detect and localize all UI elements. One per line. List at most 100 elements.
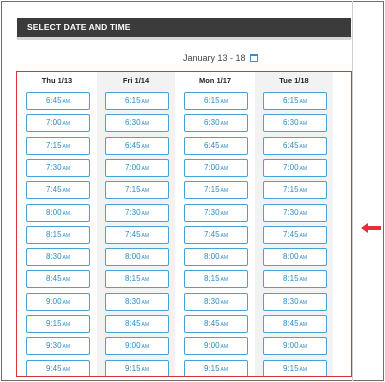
time-slot-button[interactable]: 8:30AM (26, 248, 90, 267)
time-slot-time: 6:15 (124, 96, 141, 105)
time-slot-button[interactable]: 9:15AM (184, 359, 248, 376)
time-slot-button[interactable]: 8:15AM (105, 270, 169, 289)
time-slot-button[interactable]: 8:00AM (105, 248, 169, 267)
time-slot-time: 9:45 (45, 363, 62, 373)
time-slot-button[interactable]: 8:45AM (263, 315, 327, 333)
time-slot-button[interactable]: 9:15AM (26, 315, 90, 333)
day-header: Mon 1/17 (198, 76, 232, 85)
time-slot-button[interactable]: 9:30AM (26, 337, 90, 356)
time-slot-button[interactable]: 6:15AM (105, 92, 169, 110)
time-slot-button[interactable]: 6:15AM (263, 92, 327, 110)
time-slot-button[interactable]: 7:00AM (263, 158, 327, 177)
time-slot-button[interactable]: 6:45AM (26, 92, 90, 110)
time-slot-button[interactable]: 8:45AM (184, 315, 248, 333)
time-slot-ampm: AM (141, 299, 150, 306)
time-slot-button[interactable]: 9:15AM (263, 359, 327, 376)
time-slot-time: 7:45 (282, 229, 299, 239)
time-slot-button[interactable]: 7:00AM (184, 158, 248, 177)
time-slot-button[interactable]: 8:30AM (184, 292, 248, 311)
time-slot-button[interactable]: 7:30AM (184, 203, 248, 222)
time-slot-ampm: AM (141, 232, 150, 239)
time-slot-button[interactable]: 6:30AM (184, 114, 248, 133)
time-slot-button[interactable]: 6:30AM (105, 114, 169, 133)
time-slot-button[interactable]: 7:15AM (263, 181, 327, 200)
time-slot-button[interactable]: 7:15AM (26, 136, 90, 155)
time-slot-button[interactable]: 9:00AM (105, 337, 169, 356)
time-slot-time: 8:15 (45, 229, 62, 239)
day-column: Mon 1/17 6:15AM 6:30AM 6:45AM 7:00AM 7:15AM 7:… (176, 72, 254, 376)
time-slot-ampm: AM (62, 366, 71, 373)
time-slot-ampm: AM (141, 121, 150, 128)
day-header: Thu 1/13 (41, 76, 73, 85)
time-slot-button[interactable]: 9:45AM (26, 359, 90, 376)
time-slot-button[interactable]: 8:15AM (26, 225, 90, 244)
date-range-selector[interactable]: January 13 - 18 (183, 53, 259, 63)
time-slot-time: 7:15 (282, 185, 299, 195)
day-column: Tue 1/18 6:15AM 6:30AM 6:45AM 7:00AM 7:15AM 7:… (255, 72, 333, 376)
day-column: Thu 1/13 6:45AM 7:00AM 7:15AM 7:30AM 7:45AM 8:… (18, 72, 96, 376)
time-slot-button[interactable]: 6:15AM (184, 92, 248, 110)
time-slot-button[interactable]: 7:15AM (184, 181, 248, 200)
time-slot-button[interactable]: 8:15AM (184, 270, 248, 289)
time-slot-time: 8:30 (203, 296, 220, 306)
time-slot-button[interactable]: 6:45AM (184, 136, 248, 155)
time-slot-time: 7:00 (124, 162, 141, 172)
time-slot-ampm: AM (220, 322, 229, 328)
time-slot-button[interactable]: 7:00AM (26, 114, 90, 133)
time-slot-time: 6:30 (124, 118, 141, 128)
time-slot-time: 8:30 (282, 296, 299, 306)
time-slot-button[interactable]: 7:30AM (26, 158, 90, 177)
time-slot-button[interactable]: 7:45AM (184, 225, 248, 244)
time-slot-button[interactable]: 8:45AM (105, 315, 169, 333)
time-slot-button[interactable]: 8:00AM (26, 203, 90, 222)
day-header: Tue 1/18 (279, 76, 309, 85)
time-slot-time: 7:30 (282, 207, 299, 217)
time-slot-button[interactable]: 8:15AM (263, 270, 327, 289)
time-slot-ampm: AM (62, 322, 71, 328)
time-slot-button[interactable]: 7:15AM (105, 181, 169, 200)
calendar-icon[interactable] (250, 54, 259, 62)
time-slot-time: 8:15 (282, 274, 299, 284)
time-slot-time: 6:45 (124, 140, 141, 150)
time-slot-ampm: AM (62, 277, 71, 284)
time-slot-button[interactable]: 8:30AM (105, 292, 169, 311)
time-slot-ampm: AM (220, 299, 229, 306)
time-slot-button[interactable]: 9:00AM (184, 337, 248, 356)
time-slot-time: 9:15 (124, 363, 141, 373)
time-slot-button[interactable]: 7:45AM (263, 225, 327, 244)
time-slot-ampm: AM (220, 232, 229, 239)
time-slot-button[interactable]: 6:30AM (263, 114, 327, 133)
availability-grid: Thu 1/13 6:45AM 7:00AM 7:15AM 7:30AM 7:45AM 8:… (16, 71, 352, 377)
time-slot-ampm: AM (141, 188, 150, 195)
time-slot-ampm: AM (299, 344, 308, 351)
time-slot-button[interactable]: 7:45AM (26, 181, 90, 200)
time-slot-ampm: AM (62, 255, 71, 262)
time-slot-time: 7:15 (45, 140, 62, 150)
time-slot-button[interactable]: 9:00AM (263, 337, 327, 356)
time-slot-button[interactable]: 7:30AM (105, 203, 169, 222)
time-slot-button[interactable]: 9:00AM (26, 292, 90, 311)
time-slot-ampm: AM (62, 99, 71, 105)
time-slot-button[interactable]: 7:00AM (105, 158, 169, 177)
time-slot-button[interactable]: 7:45AM (105, 225, 169, 244)
time-slot-time: 6:45 (45, 96, 62, 105)
time-slot-ampm: AM (62, 143, 71, 150)
time-slot-button[interactable]: 8:30AM (263, 292, 327, 311)
time-slot-button[interactable]: 9:15AM (105, 359, 169, 376)
time-slot-ampm: AM (220, 366, 229, 373)
time-slot-button[interactable]: 8:45AM (26, 270, 90, 289)
day-column: Fri 1/14 6:15AM 6:30AM 6:45AM 7:00AM 7:15AM 7:… (97, 72, 175, 376)
time-slot-ampm: AM (141, 165, 150, 172)
time-slot-button[interactable]: 7:30AM (263, 203, 327, 222)
time-slot-ampm: AM (299, 255, 308, 262)
page-divider (352, 1, 353, 381)
time-slot-time: 7:30 (124, 207, 141, 217)
time-slot-button[interactable]: 6:45AM (263, 136, 327, 155)
time-slot-button[interactable]: 8:00AM (263, 248, 327, 267)
time-slot-ampm: AM (299, 165, 308, 172)
time-slot-time: 6:45 (282, 140, 299, 150)
time-slot-ampm: AM (62, 210, 71, 217)
time-slot-button[interactable]: 6:45AM (105, 136, 169, 155)
time-slot-time: 8:45 (282, 319, 299, 328)
time-slot-button[interactable]: 8:00AM (184, 248, 248, 267)
